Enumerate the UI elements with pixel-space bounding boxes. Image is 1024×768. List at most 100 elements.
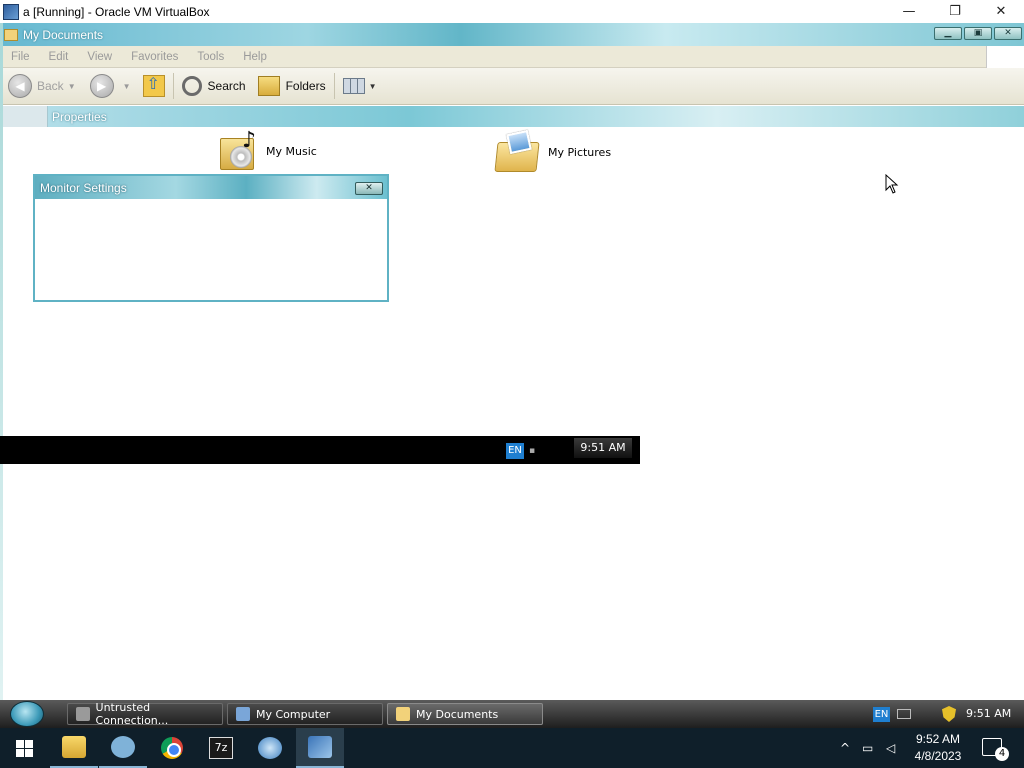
my-pictures-folder[interactable]: My Pictures	[494, 129, 612, 174]
computer-icon	[236, 707, 250, 721]
toolbar-separator	[333, 73, 335, 99]
dialog-titlebar[interactable]: Monitor Settings	[35, 176, 387, 199]
menu-edit[interactable]: Edit	[49, 51, 69, 63]
menu-bar: File Edit View Favorites Tools Help	[0, 46, 986, 68]
pictures-folder-icon	[494, 129, 540, 174]
tray-chevron[interactable]: ^	[840, 728, 850, 768]
menu-view[interactable]: View	[87, 51, 112, 63]
task-untrusted-connection[interactable]: Untrusted Connection...	[67, 701, 223, 727]
menu-help[interactable]: Help	[243, 51, 267, 63]
guest-screen: My Documents ▁ ▣ ✕ File Edit View Favori…	[0, 23, 1024, 700]
my-music-folder[interactable]: ♪ My Music	[220, 128, 317, 172]
explorer-minimize-button[interactable]: ▁	[934, 27, 962, 40]
windows-logo-icon	[15, 739, 33, 757]
menu-tools[interactable]: Tools	[197, 51, 224, 63]
keyboard-icon[interactable]	[897, 709, 911, 719]
explorer-title: My Documents	[23, 27, 104, 42]
music-folder-icon: ♪	[220, 128, 258, 172]
toolbar: ◀ Back ▼ ▶ ▼ Search Folders ▼	[0, 68, 1024, 105]
volume-muted-icon[interactable]: ◁	[886, 728, 895, 768]
explorer-close-button[interactable]: ✕	[994, 27, 1022, 40]
back-arrow-icon: ◀	[8, 74, 32, 98]
my-pictures-label: My Pictures	[548, 145, 612, 159]
monitor-settings-dialog: Monitor Settings ✕	[33, 174, 389, 302]
search-button[interactable]: Search	[181, 76, 246, 96]
vmware-app[interactable]	[246, 728, 294, 768]
forward-arrow-icon: ▶	[89, 74, 114, 98]
task-my-documents[interactable]: My Documents	[387, 703, 543, 725]
dialog-close-button[interactable]: ✕	[355, 182, 383, 195]
network-icon[interactable]: ▭	[862, 728, 873, 768]
host-clock-time: 9:52 AM	[915, 732, 961, 746]
folder-icon	[396, 707, 410, 721]
mouse-cursor-icon	[885, 174, 899, 194]
host-window-controls: — ❐ ✕	[886, 0, 1024, 23]
dialog-title: Monitor Settings	[40, 180, 127, 195]
toolbar-separator	[172, 73, 174, 99]
host-start-button[interactable]	[0, 728, 48, 768]
menu-file[interactable]: File	[11, 51, 30, 63]
chevron-up-icon: ^	[840, 741, 851, 755]
chevron-down-icon: ▼	[368, 81, 377, 91]
file-explorer-app[interactable]	[50, 728, 98, 768]
virtualbox-icon	[3, 3, 19, 20]
search-icon	[181, 76, 202, 96]
chrome-icon	[161, 737, 183, 759]
language-indicator[interactable]: EN	[506, 443, 524, 459]
explorer-maximize-button[interactable]: ▣	[964, 27, 992, 40]
host-taskbar: 7z ^ ▭ ◁ 9:52 AM 4/8/2023 4	[0, 728, 1024, 768]
address-label-area	[0, 106, 48, 127]
folders-button[interactable]: Folders	[257, 76, 326, 96]
vmware-icon	[258, 737, 282, 759]
host-restore-button[interactable]: ❐	[932, 0, 978, 23]
security-shield-icon[interactable]	[942, 706, 956, 722]
address-text[interactable]: Properties	[52, 110, 107, 124]
guest-taskbar: Untrusted Connection... My Computer My D…	[0, 700, 1024, 728]
file-explorer-icon	[62, 736, 86, 758]
up-folder-button[interactable]	[142, 74, 165, 97]
notification-count-badge: 4	[995, 747, 1009, 761]
back-button[interactable]: ◀ Back ▼	[8, 74, 76, 98]
folder-icon	[4, 28, 18, 41]
strip-clock: 9:51 AM	[574, 438, 632, 458]
task-label: My Computer	[256, 707, 331, 721]
menu-favorites[interactable]: Favorites	[131, 51, 178, 63]
folders-icon	[257, 76, 280, 96]
task-my-computer[interactable]: My Computer	[227, 703, 383, 725]
host-clock-date: 4/8/2023	[914, 749, 962, 763]
host-minimize-button[interactable]: —	[886, 0, 932, 23]
guest-render-strip: EN ▪ 9:51 AM	[0, 436, 640, 464]
task-label: Untrusted Connection...	[95, 701, 169, 727]
task-label: My Documents	[416, 707, 499, 721]
chain-link-icon	[76, 707, 90, 721]
back-label: Back	[37, 79, 64, 93]
explorer-window-controls: ▁ ▣ ✕	[934, 27, 1022, 40]
guest-language-indicator[interactable]: EN	[873, 707, 890, 722]
views-button[interactable]: ▼	[342, 78, 377, 94]
views-icon	[342, 78, 365, 94]
folders-label: Folders	[285, 79, 326, 93]
chrome-app[interactable]	[148, 728, 196, 768]
host-window-title: a [Running] - Oracle VM VirtualBox	[23, 4, 210, 19]
virtualbox-app[interactable]	[296, 728, 344, 768]
search-label: Search	[207, 79, 246, 93]
host-titlebar: a [Running] - Oracle VM VirtualBox — ❐ ✕	[0, 0, 1024, 23]
host-close-button[interactable]: ✕	[978, 0, 1024, 23]
guest-start-button[interactable]	[10, 701, 44, 727]
seven-zip-icon: 7z	[209, 737, 233, 759]
guest-clock[interactable]: 9:51 AM	[966, 707, 1011, 720]
my-music-label: My Music	[266, 144, 317, 158]
up-folder-icon	[142, 74, 165, 97]
seven-zip-app[interactable]: 7z	[197, 728, 245, 768]
explorer-titlebar[interactable]: My Documents ▁ ▣ ✕	[0, 23, 1024, 46]
chevron-down-icon: ▼	[67, 81, 76, 91]
address-bar: Properties	[0, 106, 1024, 127]
keyboard-icon: ▪	[529, 446, 536, 456]
qt-creator-app[interactable]	[99, 728, 147, 768]
host-clock[interactable]: 9:52 AM 4/8/2023	[906, 731, 970, 765]
windows-logo-area	[986, 46, 1024, 68]
virtualbox-xp-icon	[308, 736, 332, 758]
qt-icon	[111, 736, 135, 758]
forward-button[interactable]: ▶ ▼	[89, 74, 131, 98]
chevron-down-icon: ▼	[122, 81, 131, 91]
